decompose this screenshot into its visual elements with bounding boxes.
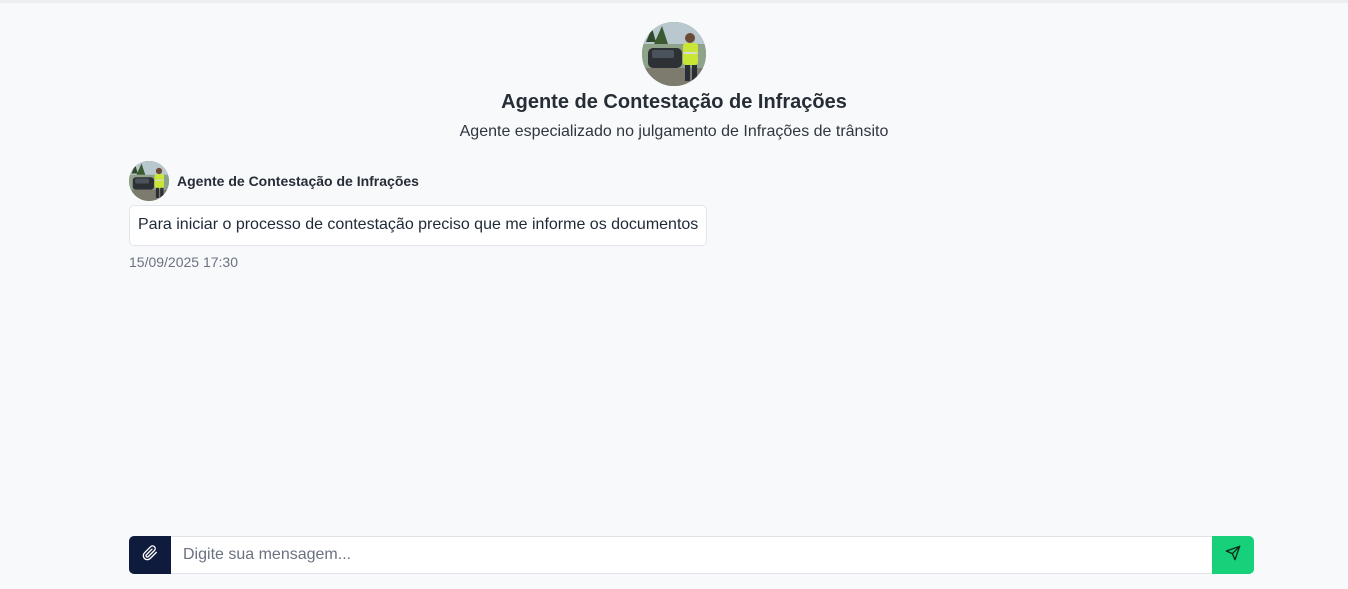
top-border (0, 0, 1348, 3)
message-timestamp: 15/09/2025 17:30 (129, 254, 238, 270)
agent-avatar (642, 22, 706, 86)
message-item: Agente de Contestação de Infrações Para … (129, 160, 708, 270)
message-composer (129, 536, 1254, 574)
attach-button[interactable] (129, 536, 171, 574)
agent-title: Agente de Contestação de Infrações (501, 91, 847, 113)
message-header: Agente de Contestação de Infrações (129, 160, 707, 201)
send-button[interactable] (1212, 536, 1254, 574)
agent-subtitle: Agente especializado no julgamento de In… (459, 123, 889, 140)
message-input[interactable] (171, 536, 1212, 574)
send-icon (1225, 545, 1241, 566)
message-bubble: Para iniciar o processo de contestação p… (129, 205, 708, 246)
sender-name: Agente de Contestação de Infrações (177, 172, 419, 189)
sender-avatar (129, 160, 169, 201)
paperclip-icon (142, 544, 158, 566)
chat-header: Agente de Contestação de Infrações Agent… (0, 22, 1348, 141)
